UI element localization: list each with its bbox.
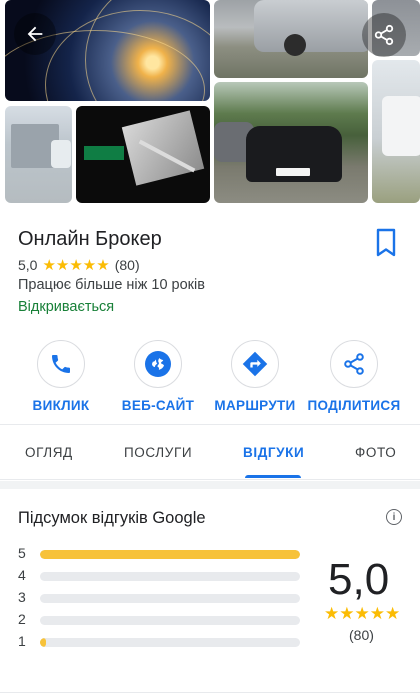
active-tab-indicator (245, 475, 301, 478)
photo-black-car[interactable] (214, 82, 368, 203)
review-count: (80) (114, 257, 140, 273)
rating-bar-track (40, 616, 300, 625)
business-info: Онлайн Брокер 5,0 ★★★★★ (80) Працює біль… (0, 206, 420, 336)
average-stars: ★★★★★ (324, 604, 401, 623)
summary-title: Підсумок відгуків Google (18, 509, 206, 527)
years-in-business: Працює більше ніж 10 років (18, 277, 205, 293)
rating-bar-label: 1 (18, 633, 26, 649)
share-button[interactable]: ПОДІЛИТИСЯ (304, 340, 404, 413)
call-label: ВИКЛИК (32, 398, 90, 413)
rating-bar-fill (40, 550, 300, 559)
open-status[interactable]: Відкривається (18, 299, 114, 315)
directions-label: МАРШРУТИ (214, 398, 296, 413)
average-score: 5,0 (328, 555, 390, 604)
globe-icon (145, 351, 171, 377)
section-divider (0, 481, 420, 489)
website-label: ВЕБ-САЙТ (121, 398, 195, 413)
rating-bar-5[interactable]: 5 (18, 545, 308, 561)
total-review-count[interactable]: (80) (349, 627, 374, 643)
rating-row[interactable]: 5,0 ★★★★★ (80) (18, 256, 140, 274)
call-circle (37, 340, 85, 388)
rating-bar-label: 2 (18, 611, 26, 627)
rating-bar-4[interactable]: 4 (18, 567, 308, 583)
rating-bar-2[interactable]: 2 (18, 611, 308, 627)
share-top-button[interactable] (362, 13, 406, 57)
rating-bar-track (40, 638, 300, 647)
back-button[interactable] (14, 13, 56, 55)
info-icon[interactable]: i (386, 509, 402, 525)
tab-photos[interactable]: ФОТО (355, 445, 396, 460)
share-label: ПОДІЛИТИСЯ (307, 398, 401, 413)
share-circle (330, 340, 378, 388)
photo-gallery[interactable] (0, 0, 420, 206)
rating-bar-label: 3 (18, 589, 26, 605)
rating-bar-label: 4 (18, 567, 26, 583)
rating-bar-track (40, 572, 300, 581)
rating-bar-1[interactable]: 1 (18, 633, 308, 649)
directions-icon (242, 351, 268, 377)
rating-bar-label: 5 (18, 545, 26, 561)
directions-circle (231, 340, 279, 388)
photo-notebook[interactable] (76, 106, 210, 203)
review-summary: Підсумок відгуків Google i 5 4 3 2 1 5,0… (0, 489, 420, 700)
share-icon (344, 353, 364, 375)
rating-value: 5,0 (18, 257, 38, 273)
call-button[interactable]: ВИКЛИК (11, 340, 111, 413)
tab-bar: ОГЛЯД ПОСЛУГИ ВІДГУКИ ФОТО (0, 424, 420, 480)
share-icon (374, 24, 394, 46)
website-circle (134, 340, 182, 388)
bottom-divider (0, 692, 420, 693)
photo-truck[interactable] (5, 106, 72, 203)
rating-bar-track (40, 550, 300, 559)
bookmark-icon[interactable] (374, 228, 398, 258)
action-buttons: ВИКЛИК ВЕБ-САЙТ МАРШРУТИ ПОДІЛИТИСЯ (0, 336, 420, 416)
rating-bar-3[interactable]: 3 (18, 589, 308, 605)
tab-services[interactable]: ПОСЛУГИ (124, 445, 192, 460)
photo-white-van[interactable] (372, 60, 420, 203)
tab-overview[interactable]: ОГЛЯД (25, 445, 73, 460)
rating-bar-fill (40, 638, 46, 647)
back-arrow-icon (27, 26, 43, 42)
phone-icon (52, 355, 70, 373)
photo-grey-van[interactable] (214, 0, 368, 78)
tab-reviews[interactable]: ВІДГУКИ (243, 445, 304, 460)
website-button[interactable]: ВЕБ-САЙТ (108, 340, 208, 413)
business-name: Онлайн Брокер (18, 228, 162, 250)
directions-button[interactable]: МАРШРУТИ (205, 340, 305, 413)
rating-stars: ★★★★★ (42, 257, 110, 274)
rating-bar-track (40, 594, 300, 603)
